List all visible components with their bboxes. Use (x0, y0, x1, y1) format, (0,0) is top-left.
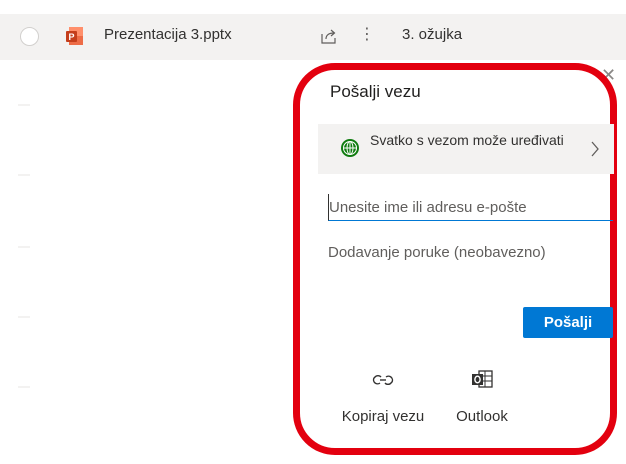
list-placeholder (18, 316, 30, 318)
copy-link-button[interactable]: Kopiraj vezu (338, 368, 428, 425)
permission-text: Svatko s vezom može uređivati (370, 132, 564, 148)
recipient-input[interactable] (328, 194, 613, 221)
globe-icon (341, 139, 359, 157)
copy-link-label: Kopiraj vezu (341, 408, 425, 425)
chevron-right-icon (591, 141, 599, 157)
list-placeholder (18, 104, 30, 106)
svg-text:P: P (68, 32, 74, 42)
outlook-button[interactable]: Outlook (446, 368, 518, 425)
link-permission-setting[interactable]: Svatko s vezom može uređivati (318, 124, 614, 174)
send-button[interactable]: Pošalji (523, 307, 613, 338)
file-row[interactable]: P Prezentacija 3.pptx ⋮ 3. ožujka (0, 14, 626, 60)
list-placeholder (18, 174, 30, 176)
message-input[interactable] (328, 244, 612, 274)
outlook-icon (472, 370, 493, 388)
file-name[interactable]: Prezentacija 3.pptx (104, 26, 232, 43)
more-options-icon[interactable]: ⋮ (359, 25, 375, 45)
list-placeholder (18, 246, 30, 248)
panel-title: Pošalji vezu (330, 82, 421, 101)
list-placeholder (18, 386, 30, 388)
link-icon (372, 375, 394, 385)
share-icon[interactable] (320, 27, 338, 45)
select-radio[interactable] (20, 27, 39, 46)
outlook-label: Outlook (456, 408, 508, 425)
modified-date: 3. ožujka (402, 26, 463, 43)
powerpoint-icon: P (66, 27, 83, 45)
